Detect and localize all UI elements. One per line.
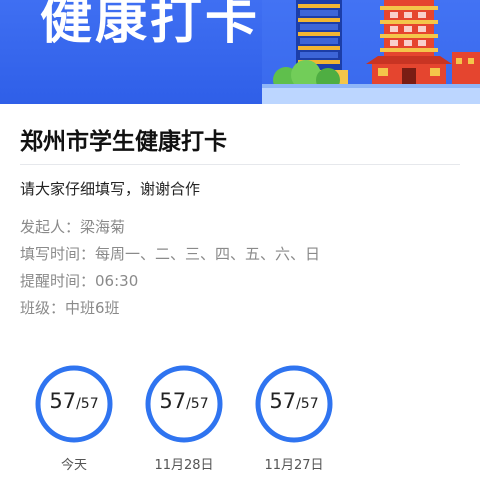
info-label: 提醒时间： [20, 272, 96, 290]
ring-count: 57/57 [254, 389, 334, 413]
count-total: /57 [296, 396, 319, 412]
count-total: /57 [76, 396, 99, 412]
info-label: 填写时间： [20, 245, 96, 263]
info-label: 发起人： [20, 218, 81, 236]
stat-date: 11月27日 [264, 458, 324, 473]
banner-title: 健康打卡 [40, 0, 261, 51]
info-class: 班级：中班6班 [20, 297, 120, 318]
count-value: 57 [159, 389, 187, 413]
divider [20, 164, 460, 165]
stat-date: 11月28日 [154, 458, 214, 473]
info-value: 中班6班 [65, 299, 120, 317]
screen: 健康打卡 郑州市学生健康打卡 请大家仔细填写，谢谢合作 发起人：梁海菊 填写时间… [0, 0, 480, 480]
description: 请大家仔细填写，谢谢合作 [20, 180, 201, 198]
count-total: /57 [186, 396, 209, 412]
stat-nov28[interactable]: 57/57 11月28日 [144, 364, 224, 474]
info-reminder-time: 提醒时间：06:30 [20, 270, 138, 291]
banner: 健康打卡 [0, 0, 480, 104]
ring-count: 57/57 [144, 389, 224, 413]
info-initiator: 发起人：梁海菊 [20, 216, 125, 237]
info-value: 每周一、二、三、四、五、六、日 [95, 245, 321, 263]
info-label: 班级： [20, 299, 66, 317]
count-value: 57 [49, 389, 77, 413]
info-value: 梁海菊 [80, 218, 126, 236]
info-fill-time: 填写时间：每周一、二、三、四、五、六、日 [20, 243, 320, 264]
stat-nov27[interactable]: 57/57 11月27日 [254, 364, 334, 474]
page-title: 郑州市学生健康打卡 [20, 129, 227, 155]
count-value: 57 [269, 389, 297, 413]
ring-count: 57/57 [34, 389, 114, 413]
stat-today[interactable]: 57/57 今天 [34, 364, 114, 474]
form-card: 郑州市学生健康打卡 请大家仔细填写，谢谢合作 发起人：梁海菊 填写时间：每周一、… [0, 104, 480, 480]
info-value: 06:30 [95, 272, 139, 290]
stat-date: 今天 [60, 458, 87, 473]
